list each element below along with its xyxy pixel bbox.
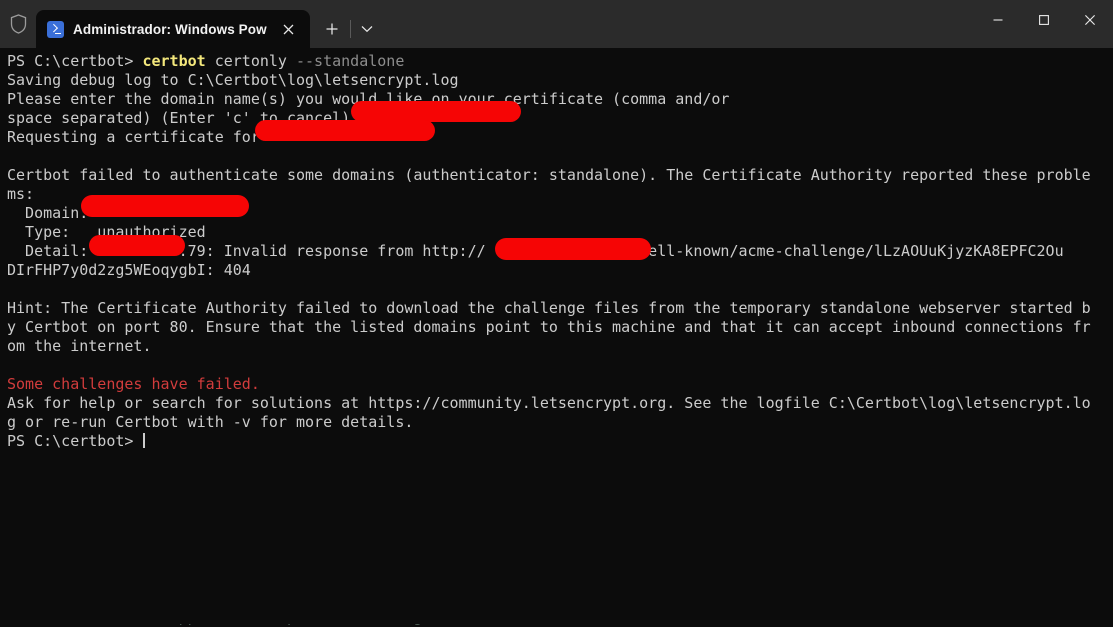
terminal-line: g or re-run Certbot with -v for more det…: [7, 413, 414, 431]
chevron-down-icon[interactable]: [352, 10, 382, 48]
maximize-button[interactable]: [1021, 0, 1067, 40]
powershell-prompt-icon: [47, 20, 64, 38]
terminal-line-domain: Domain:: [7, 204, 89, 222]
terminal-line: Requesting a certificate for: [7, 128, 260, 146]
terminal-line: om the internet.: [7, 337, 152, 355]
terminal-line-hint: Hint: The Certificate Authority failed t…: [7, 299, 1091, 317]
terminal-line-command: PS C:\certbot> certbot certonly --standa…: [7, 52, 1113, 71]
terminal-output[interactable]: PS C:\certbot> certbot certonly --standa…: [0, 48, 1113, 627]
minimize-button[interactable]: [975, 0, 1021, 40]
terminal-line: Saving debug log to C:\Certbot\log\letse…: [7, 71, 459, 89]
window-controls: [975, 0, 1113, 40]
prompt-text: PS C:\certbot>: [7, 432, 143, 450]
terminal-line-detail: Detail: .79: Invalid response from http:…: [7, 242, 1064, 260]
terminal-line-type: Type: unauthorized: [7, 223, 206, 241]
close-tab-icon[interactable]: [276, 16, 302, 42]
terminal-line-error: Some challenges have failed.: [7, 375, 260, 393]
prompt-text: PS C:\certbot>: [7, 52, 143, 70]
terminal-line: y Certbot on port 80. Ensure that the li…: [7, 318, 1091, 336]
command-name: certbot: [142, 52, 206, 70]
terminal-line: Certbot failed to authenticate some doma…: [7, 166, 1091, 184]
command-args: certonly: [205, 52, 296, 70]
terminal-line: Please enter the domain name(s) you woul…: [7, 90, 730, 108]
terminal-line: Ask for help or search for solutions at …: [7, 394, 1091, 412]
title-bar[interactable]: Administrador: Windows Pow: [0, 0, 1113, 48]
tab-powershell[interactable]: Administrador: Windows Pow: [36, 10, 310, 48]
tab-label: Administrador: Windows Pow: [73, 21, 267, 37]
new-tab-button[interactable]: [315, 10, 349, 48]
terminal-line-active-prompt[interactable]: PS C:\certbot>: [7, 432, 1113, 451]
close-window-button[interactable]: [1067, 0, 1113, 40]
text-cursor: [143, 433, 146, 448]
powershell-window: Administrador: Windows Pow PS C:\certbot…: [0, 0, 1113, 627]
shield-icon: [0, 0, 36, 48]
terminal-line: space separated) (Enter 'c' to cancel):: [7, 109, 360, 127]
terminal-line: DIrFHP7y0d2zg5WEoqygbI: 404: [7, 261, 251, 279]
terminal-line: ms:: [7, 185, 35, 203]
tabbar-divider: [349, 20, 351, 38]
command-parameter: --standalone: [296, 52, 405, 70]
